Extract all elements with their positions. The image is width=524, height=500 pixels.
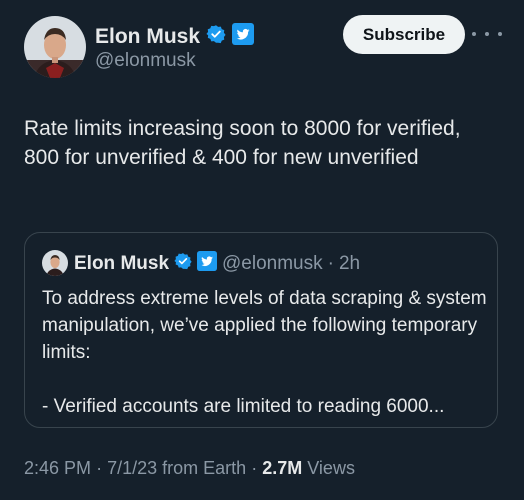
tweet-meta: 2:46 PM · 7/1/23 from Earth · 2.7M Views — [24, 458, 355, 479]
tweet-text: Rate limits increasing soon to 8000 for … — [24, 117, 461, 169]
author-name-row: Elon Musk — [95, 23, 255, 50]
quoted-separator: · — [327, 252, 334, 274]
quoted-tweet[interactable]: Elon Musk @elonmusk · 2h To address extrem… — [24, 232, 498, 428]
tweet-source: from Earth — [162, 458, 247, 478]
meta-separator: · — [251, 458, 258, 478]
verified-badge-icon — [174, 252, 192, 275]
author-handle[interactable]: @elonmusk — [95, 50, 196, 72]
quoted-timestamp[interactable]: 2h — [339, 253, 360, 275]
twitter-bird-icon — [197, 251, 218, 276]
verified-badge-icon — [206, 24, 226, 49]
quoted-header: Elon Musk @elonmusk · 2h — [74, 251, 360, 276]
tweet-card: Elon Musk @elonmusk Subscribe Rate limit… — [0, 0, 524, 500]
views-label: Views — [307, 458, 355, 478]
views-count[interactable]: 2.7M — [262, 458, 302, 478]
subscribe-button[interactable]: Subscribe — [343, 15, 465, 54]
quoted-author-avatar[interactable] — [42, 250, 68, 276]
quoted-display-name: Elon Musk — [74, 252, 170, 274]
twitter-bird-icon — [232, 23, 255, 50]
author-display-name[interactable]: Elon Musk — [95, 25, 200, 49]
author-avatar[interactable] — [24, 16, 86, 78]
more-options-icon[interactable] — [472, 24, 502, 44]
meta-separator: · — [96, 458, 103, 478]
quoted-handle: @elonmusk — [222, 252, 323, 274]
quoted-text: To address extreme levels of data scrapi… — [42, 288, 487, 417]
tweet-time[interactable]: 2:46 PM — [24, 458, 91, 478]
tweet-date[interactable]: 7/1/23 — [107, 458, 157, 478]
